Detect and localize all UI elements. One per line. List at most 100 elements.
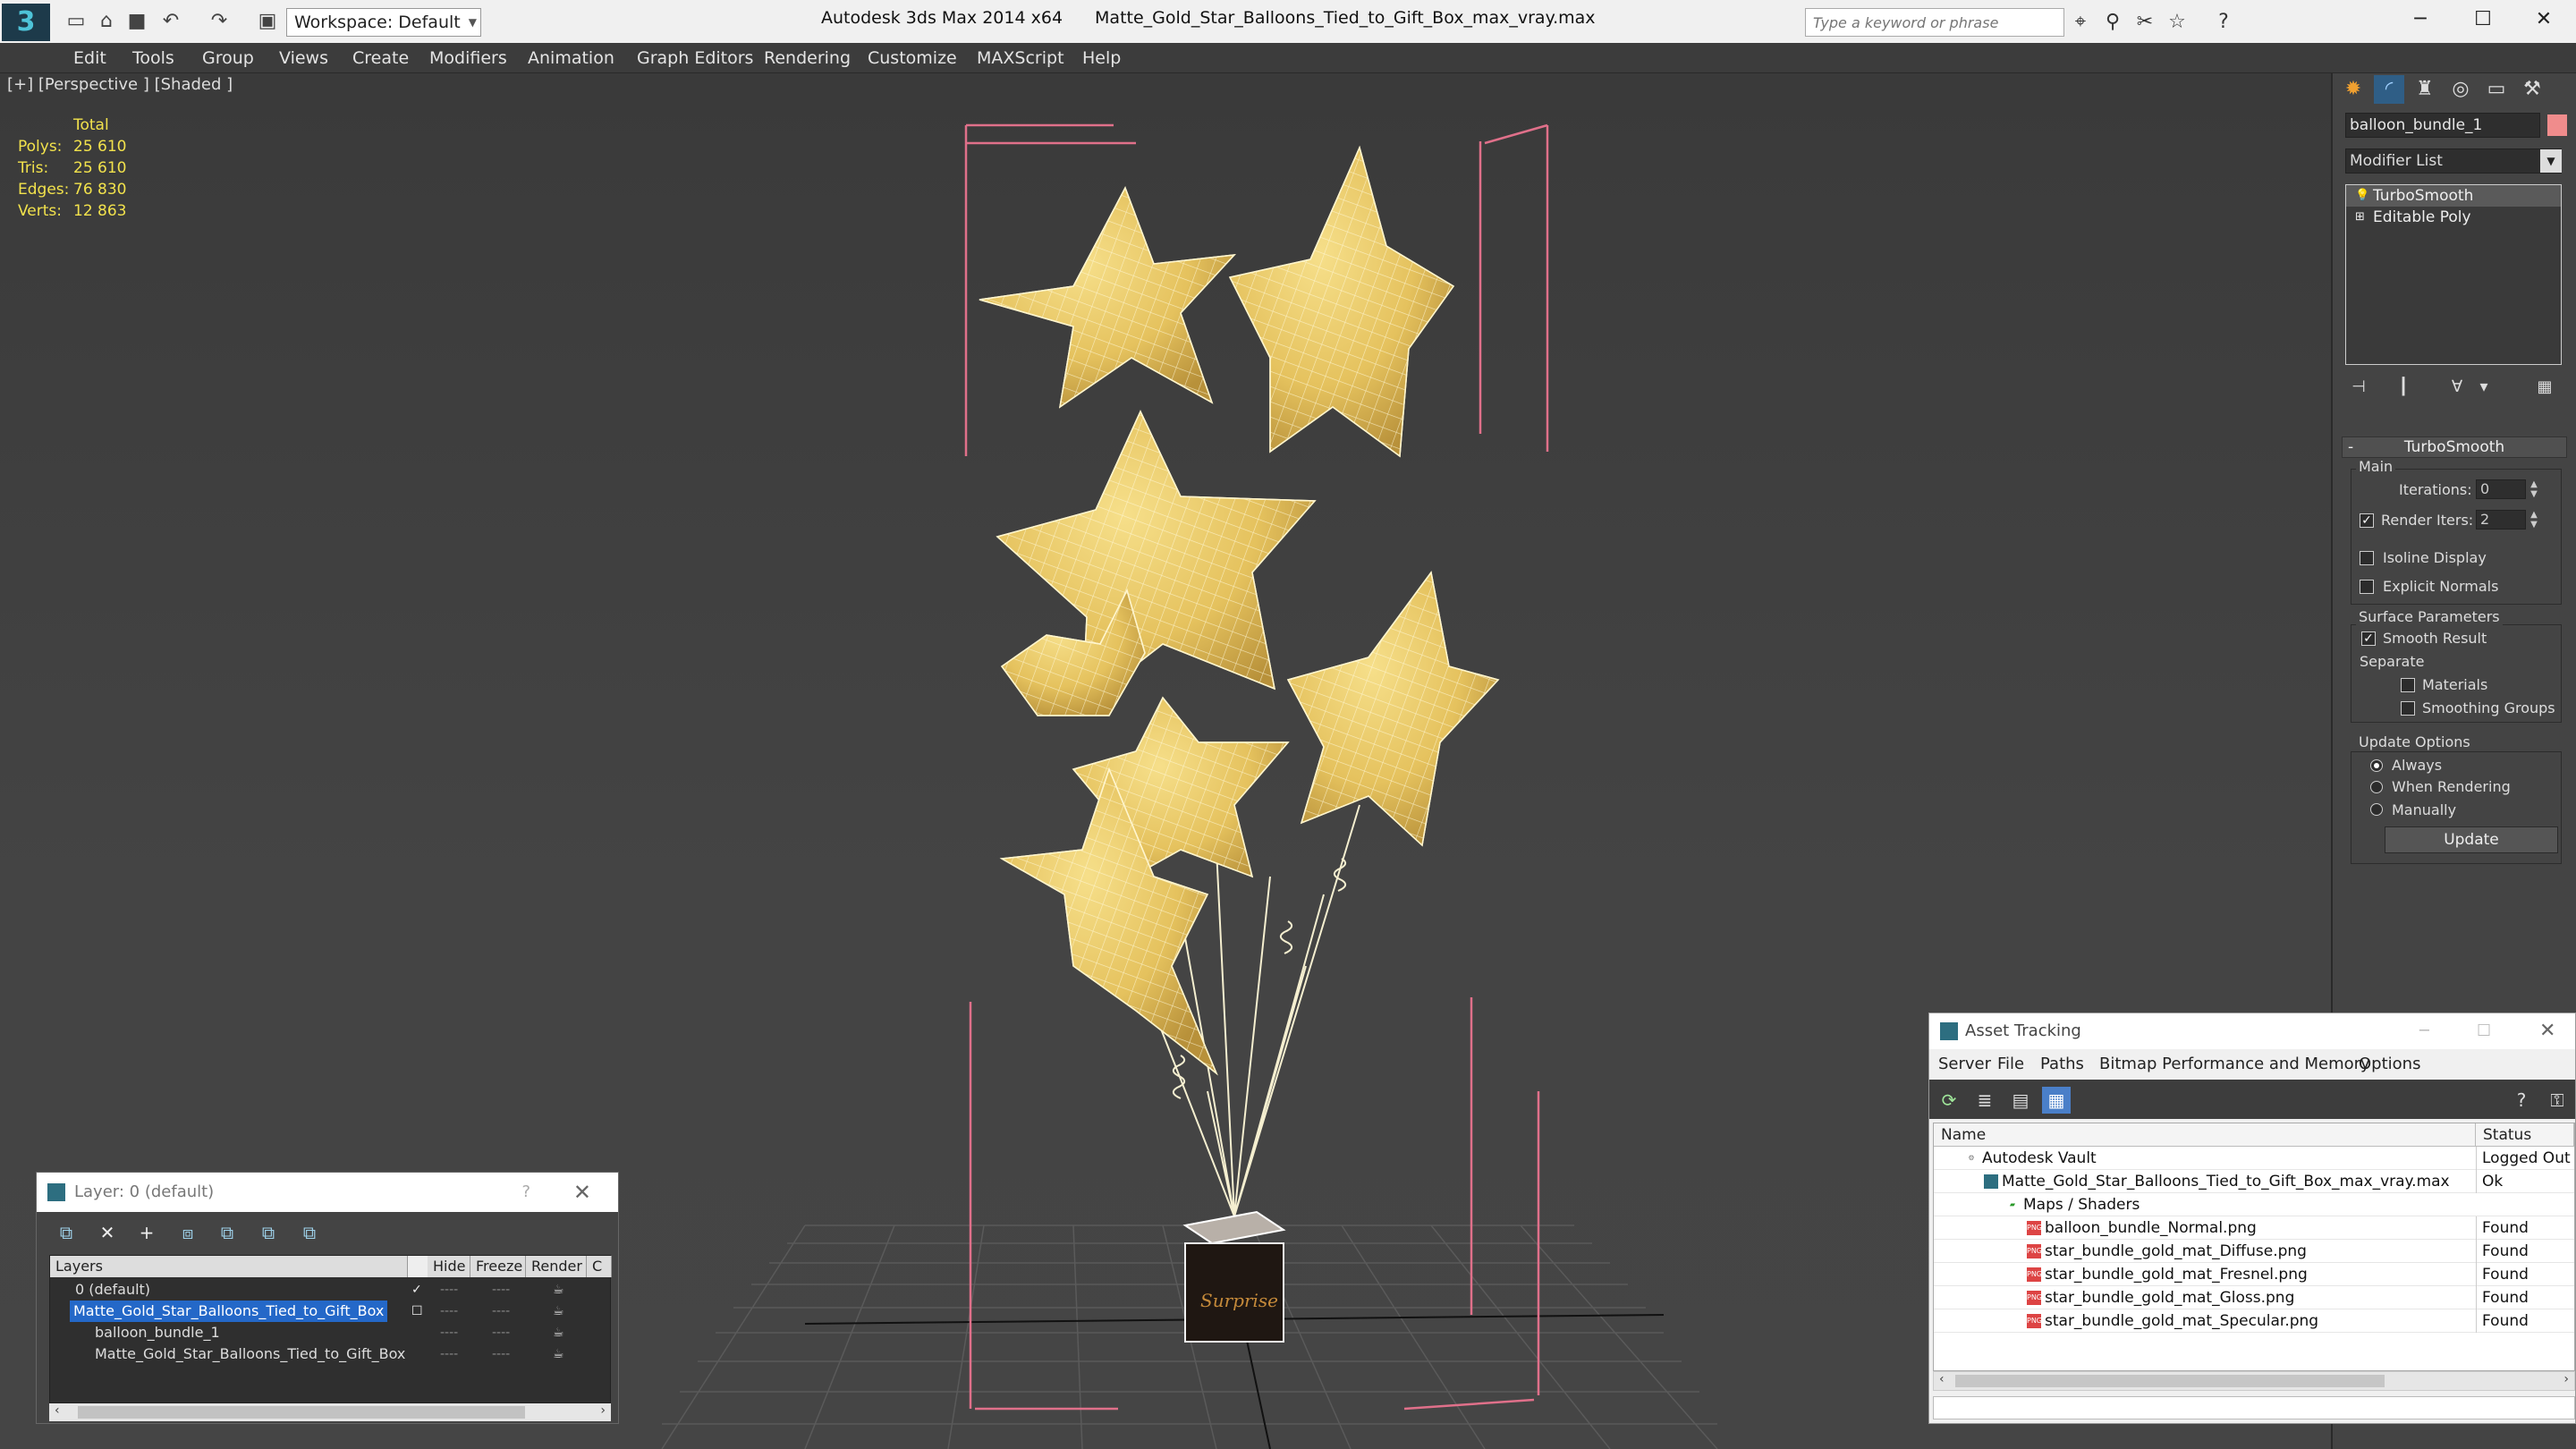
create-layer-icon[interactable]: ⧉: [51, 1219, 81, 1246]
vault-icon[interactable]: ⚿: [2543, 1087, 2572, 1114]
smoothing-groups-checkbox[interactable]: [2401, 701, 2415, 716]
isoline-display-checkbox[interactable]: [2360, 551, 2374, 565]
layer-row[interactable]: Matte_Gold_Star_Balloons_Tied_to_Gift_Bo…: [50, 1301, 612, 1322]
asset-tracking-titlebar[interactable]: Asset Tracking ─ ☐ ✕: [1929, 1013, 2575, 1049]
menu-edit[interactable]: Edit: [73, 43, 106, 73]
layer-horizontal-scrollbar[interactable]: ‹ ›: [49, 1403, 611, 1421]
stack-item-editable-poly[interactable]: ⊞ Editable Poly: [2346, 207, 2561, 228]
list-view-icon[interactable]: ≣: [1970, 1087, 1999, 1114]
chevron-left-icon[interactable]: ‹: [1939, 1372, 1945, 1386]
menu-group[interactable]: Group: [202, 43, 254, 73]
spinner-arrows-icon[interactable]: ▲ ▼: [2528, 479, 2540, 499]
menu-bitmap-performance[interactable]: Bitmap Performance and Memory: [2099, 1055, 2370, 1073]
table-row[interactable]: PNG star_bundle_gold_mat_Diffuse.png Foun…: [1934, 1240, 2574, 1263]
remove-modifier-icon[interactable]: ▾: [2470, 374, 2497, 401]
table-row[interactable]: PNG star_bundle_gold_mat_Fresnel.png Foun…: [1934, 1263, 2574, 1286]
column-header-render[interactable]: Render: [526, 1256, 587, 1277]
workspace-dropdown[interactable]: Workspace: Default ▼: [286, 8, 481, 37]
column-header-freeze[interactable]: Freeze: [470, 1256, 526, 1277]
freeze-toggle[interactable]: ----: [492, 1279, 510, 1301]
communication-icon[interactable]: ✂: [2131, 9, 2159, 36]
table-row[interactable]: ⚙Autodesk Vault Logged Out ...: [1934, 1147, 2574, 1170]
menu-options[interactable]: Options: [2359, 1055, 2420, 1073]
column-header-c[interactable]: C: [587, 1256, 612, 1277]
minimize-button[interactable]: ─: [2419, 1013, 2429, 1049]
chevron-right-icon[interactable]: ›: [600, 1403, 606, 1418]
update-button[interactable]: Update: [2385, 826, 2558, 853]
menu-create[interactable]: Create: [352, 43, 409, 73]
highlight-layer-icon[interactable]: ⧉: [212, 1219, 242, 1246]
hide-toggle[interactable]: ----: [440, 1343, 458, 1365]
redo-icon[interactable]: ↷: [206, 9, 233, 34]
modifier-list-dropdown[interactable]: Modifier List: [2345, 148, 2562, 174]
render-iters-checkbox[interactable]: ✓: [2360, 513, 2374, 528]
turbosmooth-rollout-header[interactable]: - TurboSmooth: [2342, 436, 2567, 458]
app-menu-button[interactable]: 3: [2, 4, 50, 41]
hide-all-icon[interactable]: ⧉: [253, 1219, 284, 1246]
binoculars-icon[interactable]: ⌖: [2066, 9, 2095, 36]
asset-horizontal-scrollbar[interactable]: ‹ ›: [1933, 1371, 2575, 1391]
utilities-tab-icon[interactable]: ⚒: [2517, 75, 2547, 104]
update-always-radio[interactable]: [2370, 759, 2383, 772]
spinner-arrows-icon[interactable]: ▲ ▼: [2528, 510, 2540, 530]
smooth-result-checkbox[interactable]: ✓: [2361, 631, 2376, 646]
expand-plus-icon[interactable]: ⊞: [2355, 207, 2365, 228]
chevron-right-icon[interactable]: ›: [2563, 1372, 2569, 1386]
materials-checkbox[interactable]: [2401, 678, 2415, 692]
hide-toggle[interactable]: ----: [440, 1279, 458, 1301]
menu-rendering[interactable]: Rendering: [764, 43, 851, 73]
table-row[interactable]: PNG star_bundle_gold_mat_Specular.png Fou…: [1934, 1309, 2574, 1333]
new-file-icon[interactable]: ▭: [63, 9, 89, 34]
freeze-toggle[interactable]: ----: [492, 1301, 510, 1322]
update-when-rendering-radio[interactable]: [2370, 781, 2383, 793]
column-header-layers[interactable]: Layers: [50, 1256, 408, 1277]
help-icon[interactable]: ?: [521, 1173, 530, 1212]
create-tab-icon[interactable]: ✹: [2338, 75, 2368, 104]
display-tab-icon[interactable]: ▭: [2481, 75, 2512, 104]
menu-file[interactable]: File: [1997, 1055, 2024, 1073]
hide-toggle[interactable]: ----: [440, 1322, 458, 1343]
menu-views[interactable]: Views: [279, 43, 328, 73]
layer-row[interactable]: 0 (default) ✓ ---- ---- ☕: [50, 1279, 612, 1301]
menu-maxscript[interactable]: MAXScript: [977, 43, 1064, 73]
lightbulb-icon[interactable]: 💡: [2355, 185, 2369, 207]
active-layer-box-icon[interactable]: ☐: [411, 1301, 423, 1322]
close-icon[interactable]: ✕: [573, 1173, 591, 1212]
help-icon[interactable]: ?: [2507, 1087, 2536, 1114]
maximize-button[interactable]: ☐: [2451, 0, 2515, 39]
thumbnail-view-icon[interactable]: ▤: [2006, 1087, 2035, 1114]
add-to-layer-icon[interactable]: +: [131, 1219, 162, 1246]
table-view-icon[interactable]: ▦: [2042, 1087, 2071, 1114]
show-end-result-icon[interactable]: ┃: [2390, 374, 2417, 401]
object-name-field[interactable]: balloon_bundle_1: [2345, 113, 2540, 138]
undo-icon[interactable]: ↶: [157, 9, 184, 34]
layer-dialog-titlebar[interactable]: Layer: 0 (default) ? ✕: [37, 1173, 618, 1212]
render-teapot-icon[interactable]: ☕: [553, 1301, 564, 1322]
menu-paths[interactable]: Paths: [2040, 1055, 2084, 1073]
delete-layer-icon[interactable]: ✕: [92, 1219, 123, 1246]
refresh-icon[interactable]: ⟳: [1935, 1087, 1963, 1114]
modify-tab-icon[interactable]: ◜: [2374, 75, 2404, 104]
menu-tools[interactable]: Tools: [132, 43, 174, 73]
select-objects-icon[interactable]: ⧈: [173, 1219, 203, 1246]
layer-row[interactable]: Matte_Gold_Star_Balloons_Tied_to_Gift_Bo…: [50, 1343, 612, 1365]
render-teapot-icon[interactable]: ☕: [553, 1343, 564, 1365]
freeze-toggle[interactable]: ----: [492, 1343, 510, 1365]
favorites-star-icon[interactable]: ☆: [2163, 9, 2191, 36]
close-button[interactable]: ✕: [2512, 0, 2576, 39]
column-header-name[interactable]: Name: [1934, 1123, 2476, 1147]
subscription-icon[interactable]: ⚲: [2098, 9, 2127, 36]
menu-graph-editors[interactable]: Graph Editors: [637, 43, 753, 73]
minimize-button[interactable]: ─: [2388, 0, 2453, 39]
project-folder-icon[interactable]: ▣: [254, 9, 281, 34]
freeze-toggle[interactable]: ----: [492, 1322, 510, 1343]
table-row[interactable]: Matte_Gold_Star_Balloons_Tied_to_Gift_Bo…: [1934, 1170, 2574, 1193]
asset-path-field[interactable]: [1933, 1396, 2575, 1419]
menu-server[interactable]: Server: [1938, 1055, 1991, 1073]
hierarchy-tab-icon[interactable]: ♜: [2410, 75, 2440, 104]
render-iters-spinner[interactable]: 2: [2476, 510, 2526, 530]
motion-tab-icon[interactable]: ◎: [2445, 75, 2476, 104]
maximize-button[interactable]: ☐: [2477, 1013, 2491, 1049]
make-unique-icon[interactable]: ∀: [2444, 374, 2470, 401]
menu-help[interactable]: Help: [1082, 43, 1121, 73]
